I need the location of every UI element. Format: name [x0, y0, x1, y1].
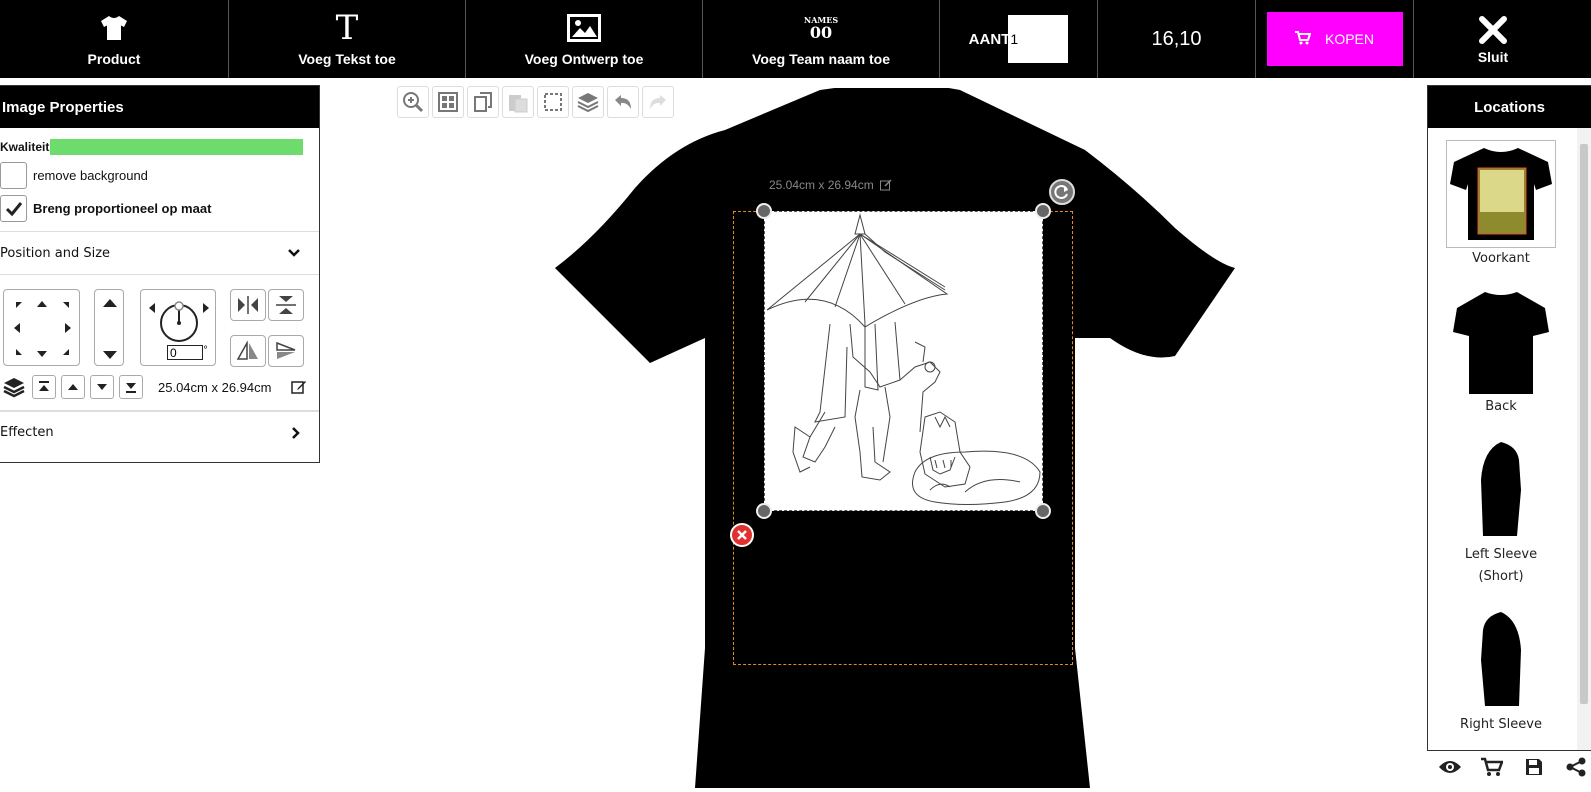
size-readout: 25.04cm x 26.94cm [158, 380, 272, 395]
resize-handle-top-right[interactable] [1035, 203, 1051, 219]
save-icon[interactable] [1522, 755, 1546, 779]
quantity-field: AANT [940, 0, 1098, 78]
grid-icon [438, 92, 458, 112]
effects-section[interactable]: Effecten [0, 411, 319, 453]
image-properties-panel: Image Properties Kwaliteit remove backgr… [0, 85, 320, 463]
add-team-name-button[interactable]: NAMES 00 Voeg Team naam toe [703, 0, 940, 78]
edit-size-icon[interactable] [291, 379, 307, 399]
mirror-vertical-icon [276, 341, 296, 359]
dimension-label: 25.04cm x 26.94cm [769, 178, 892, 192]
cart-icon[interactable] [1480, 755, 1504, 779]
location-thumbnail[interactable] [1446, 140, 1556, 248]
proportional-row[interactable]: Breng proportioneel op maat [0, 192, 319, 225]
close-button[interactable]: Sluit [1414, 0, 1572, 78]
rotate-handle[interactable] [1049, 179, 1075, 205]
close-icon [737, 530, 747, 540]
text-icon: T [335, 8, 359, 48]
close-icon [1478, 13, 1508, 47]
edit-icon[interactable] [879, 179, 892, 191]
location-thumbnail[interactable] [1446, 288, 1556, 396]
rotation-input[interactable] [167, 345, 203, 360]
location-thumbnail[interactable] [1446, 436, 1556, 544]
flip-horizontal-icon [238, 296, 258, 314]
left-sleeve-icon [1481, 442, 1521, 536]
bottom-actions [1438, 755, 1588, 779]
tshirt-back-icon [1453, 292, 1549, 394]
paste-icon [509, 95, 528, 113]
location-back[interactable]: Back [1446, 288, 1556, 418]
delete-handle[interactable] [730, 523, 754, 547]
move-pad[interactable] [3, 289, 80, 366]
flip-vertical-icon [276, 296, 296, 314]
rotation-dial-icon [149, 301, 209, 342]
bring-forward-button[interactable] [61, 375, 85, 399]
add-text-button[interactable]: T Voeg Tekst toe [229, 0, 466, 78]
arrow-up-icon [68, 384, 78, 390]
move-arrows-icon [14, 301, 71, 357]
top-toolbar: Product T Voeg Tekst toe Voeg Ontwerp to… [0, 0, 1591, 78]
resize-handle-top-left[interactable] [756, 203, 772, 219]
position-size-section[interactable]: Position and Size [0, 231, 319, 275]
paste-button[interactable] [502, 86, 534, 118]
zoom-button[interactable] [397, 86, 429, 118]
quantity-input[interactable] [1008, 15, 1069, 63]
cart-icon [1294, 30, 1312, 48]
tshirt-icon [100, 11, 128, 45]
rotate-icon [1054, 185, 1068, 199]
chevron-down-icon [288, 249, 300, 257]
locations-panel: Locations Voorkant Back Left Sleeve (Sho… [1427, 85, 1591, 751]
remove-background-row[interactable]: remove background [0, 159, 319, 192]
right-sleeve-icon [1481, 612, 1521, 706]
arrow-down-icon [97, 384, 107, 390]
umbrella-drawing [766, 213, 1041, 505]
rotation-control[interactable]: ° [140, 289, 216, 366]
layers-icon [2, 376, 26, 402]
locations-title: Locations [1428, 86, 1591, 128]
up-down-arrows-icon [103, 299, 117, 359]
vertical-stepper[interactable] [94, 289, 124, 366]
location-thumbnail[interactable] [1446, 606, 1556, 714]
buy-area: KOPEN [1256, 0, 1414, 78]
scroll-thumb[interactable] [1580, 144, 1588, 704]
add-design-button[interactable]: Voeg Ontwerp toe [466, 0, 703, 78]
zoom-icon [403, 92, 424, 113]
eye-icon[interactable] [1438, 755, 1462, 779]
position-controls: ° 25.04cm x 26.94cm [0, 275, 319, 411]
resize-handle-bottom-right[interactable] [1035, 503, 1051, 519]
locations-scrollbar[interactable] [1577, 128, 1591, 750]
mirror-horizontal-button[interactable] [230, 335, 266, 367]
price-display: 16,10 [1098, 0, 1256, 78]
proportional-checkbox[interactable] [0, 195, 27, 222]
share-icon[interactable] [1564, 755, 1588, 779]
send-to-back-icon [126, 383, 136, 393]
mirror-horizontal-icon [236, 341, 258, 360]
location-front[interactable]: Voorkant [1446, 140, 1556, 270]
image-icon [567, 11, 601, 45]
chevron-right-icon [292, 426, 300, 439]
team-names-icon: NAMES 00 [803, 14, 839, 42]
location-left-sleeve[interactable]: Left Sleeve (Short) [1446, 436, 1556, 588]
remove-background-checkbox[interactable] [0, 162, 27, 189]
send-to-back-button[interactable] [119, 375, 143, 399]
copy-icon [474, 92, 492, 112]
design-image[interactable] [764, 211, 1043, 511]
copy-button[interactable] [467, 86, 499, 118]
flip-vertical-button[interactable] [268, 289, 304, 321]
quality-indicator: Kwaliteit [0, 135, 319, 159]
product-button[interactable]: Product [0, 0, 229, 78]
flip-horizontal-button[interactable] [230, 289, 266, 321]
bring-to-front-icon [39, 381, 49, 391]
mirror-vertical-button[interactable] [268, 335, 304, 367]
location-right-sleeve[interactable]: Right Sleeve [1446, 606, 1556, 736]
send-backward-button[interactable] [90, 375, 114, 399]
quality-bar [50, 139, 304, 155]
grid-button[interactable] [432, 86, 464, 118]
buy-button[interactable]: KOPEN [1266, 12, 1403, 66]
tshirt-front-icon [1450, 148, 1552, 240]
panel-title: Image Properties [0, 86, 319, 128]
bring-to-front-button[interactable] [32, 375, 56, 399]
resize-handle-bottom-left[interactable] [756, 503, 772, 519]
checkmark-icon [5, 201, 22, 216]
